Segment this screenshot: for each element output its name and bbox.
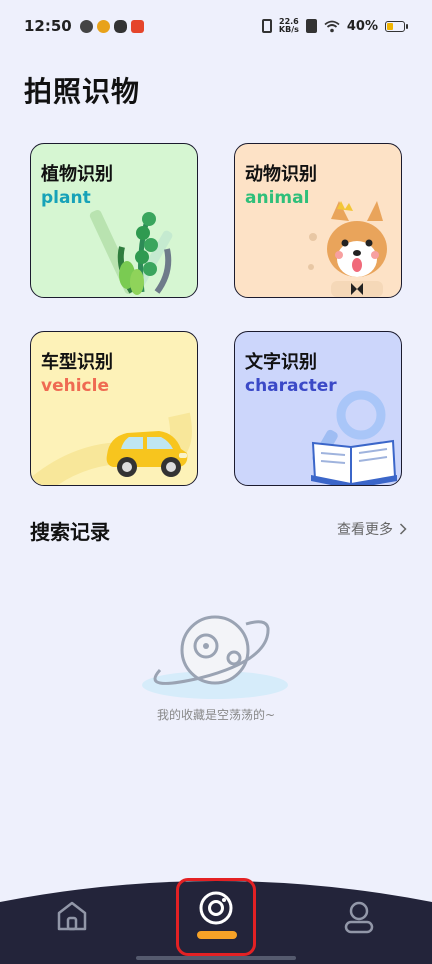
- card-title-zh: 车型识别: [41, 352, 113, 373]
- battery-percent: 40%: [346, 18, 378, 34]
- card-title-zh: 文字识别: [245, 352, 317, 373]
- status-bar: 12:50 22.6 KB/s 40%: [0, 0, 432, 52]
- fan-app-icon: [79, 19, 93, 33]
- chevron-right-icon: [399, 523, 407, 535]
- empty-planet-icon: [142, 615, 288, 699]
- tab-home[interactable]: [54, 898, 90, 934]
- red-app-icon: [130, 19, 144, 33]
- empty-state-text: 我的收藏是空荡荡的~: [156, 708, 276, 722]
- view-more-label: 查看更多: [337, 522, 393, 538]
- plant-recognition-card[interactable]: 植物识别 plant: [30, 143, 198, 298]
- vehicle-recognition-card[interactable]: 车型识别 vehicle: [30, 331, 198, 486]
- tab-camera[interactable]: [176, 878, 256, 956]
- search-history-title: 搜索记录: [30, 520, 110, 544]
- vibrate-icon: [261, 19, 272, 33]
- system-home-indicator[interactable]: [136, 956, 296, 960]
- view-more-link[interactable]: 查看更多: [337, 519, 407, 539]
- wifi-icon: [324, 20, 340, 32]
- weibo-app-icon: [96, 19, 110, 33]
- home-icon: [57, 901, 87, 931]
- card-title-en: animal: [245, 188, 310, 208]
- tab-user[interactable]: [340, 898, 378, 936]
- page-title: 拍照识物: [24, 75, 141, 108]
- card-title-en: plant: [41, 188, 91, 208]
- animal-recognition-card[interactable]: 动物识别 animal: [234, 143, 402, 298]
- no-sim-icon: [305, 19, 317, 33]
- link-app-icon: [113, 19, 127, 33]
- car-illustration: [32, 412, 192, 485]
- camera-icon: [199, 891, 233, 925]
- character-recognition-card[interactable]: 文字识别 character: [234, 331, 402, 486]
- active-tab-indicator: [197, 931, 237, 939]
- user-icon: [344, 901, 374, 934]
- net-speed: 22.6 KB/s: [278, 17, 299, 34]
- card-title-zh: 动物识别: [245, 164, 317, 185]
- plant-illustration: [89, 209, 173, 295]
- card-title-zh: 植物识别: [41, 164, 113, 185]
- corgi-illustration: [308, 201, 387, 297]
- book-magnifier-illustration: [311, 390, 397, 485]
- status-time: 12:50: [24, 17, 72, 35]
- battery-icon: [385, 20, 408, 32]
